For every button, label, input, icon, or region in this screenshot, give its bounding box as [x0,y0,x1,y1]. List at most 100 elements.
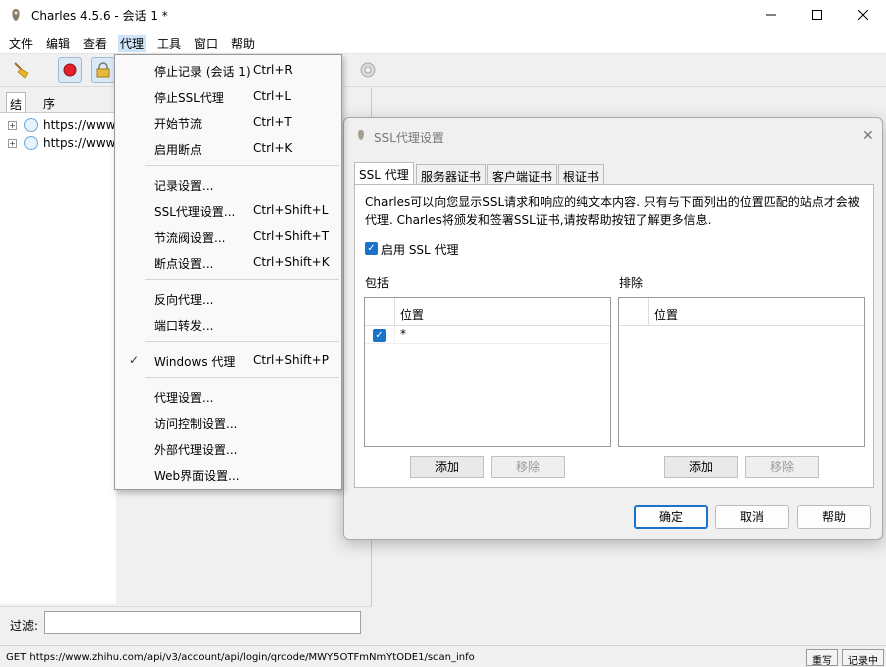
menu-item-label: 开始节流 [154,117,203,131]
tab-server-cert[interactable]: 服务器证书 [416,164,487,184]
menu-item-access-control-settings[interactable]: 访问控制设置... [115,410,341,434]
row-enabled-checkbox[interactable]: ✓ [373,329,386,342]
lightning-icon [24,118,38,132]
tree-row[interactable]: + https://www. [0,135,119,153]
tab-ssl-proxy[interactable]: SSL 代理 [354,162,414,184]
tab-structure[interactable]: 结构 [6,92,27,129]
filter-input[interactable] [44,611,361,634]
tree-row-label: https://www. [43,118,119,132]
tree-row[interactable]: + https://www. [0,117,119,135]
menu-item-windows-proxy[interactable]: ✓ Windows 代理 Ctrl+Shift+P [115,348,341,372]
column-location[interactable]: 位置 [400,306,424,323]
status-url: GET https://www.zhihu.com/api/v3/account… [6,652,475,663]
menu-item-label: 端口转发... [154,319,214,333]
menu-separator [145,377,339,378]
menu-item-stop-recording[interactable]: 停止记录 (会话 1) Ctrl+R [115,58,341,82]
menu-item-ssl-proxy-settings[interactable]: SSL代理设置... Ctrl+Shift+L [115,198,341,222]
close-button[interactable] [840,0,886,30]
charles-app-icon [357,130,365,140]
window-title: Charles 4.5.6 - 会话 1 * [31,9,168,23]
menu-item-shortcut: Ctrl+Shift+K [253,255,330,269]
menu-item-label: 停止SSL代理 [154,91,224,105]
menu-item-label: 访问控制设置... [154,417,238,431]
menu-item-shortcut: Ctrl+T [253,115,292,129]
menu-item-label: 节流阀设置... [154,231,226,245]
menu-item-reverse-proxies[interactable]: 反向代理... [115,286,341,310]
recording-indicator[interactable]: 记录中 [842,649,884,667]
tab-sequence[interactable]: 序列 [40,92,58,128]
column-separator [394,298,395,326]
table-row[interactable]: ✓ * [365,326,610,344]
menu-item-web-interface-settings[interactable]: Web界面设置... [115,462,341,486]
checkmark-icon: ✓ [129,353,140,367]
menu-item-stop-ssl-proxy[interactable]: 停止SSL代理 Ctrl+L [115,84,341,108]
location-cell: * [400,327,406,341]
settings-button[interactable] [356,57,380,83]
host-tree: + https://www. + https://www. [0,112,119,604]
title-bar: Charles 4.5.6 - 会话 1 * [0,0,886,30]
menu-item-port-forwarding[interactable]: 端口转发... [115,312,341,336]
menu-item-start-throttling[interactable]: 开始节流 Ctrl+T [115,110,341,134]
menu-item-label: 记录设置... [154,179,214,193]
menu-item-throttle-settings[interactable]: 节流阀设置... Ctrl+Shift+T [115,224,341,248]
enable-ssl-label: 启用 SSL 代理 [381,243,459,257]
table-header: 位置 [619,298,864,326]
exclude-add-button[interactable]: 添加 [664,456,738,478]
rewrite-indicator[interactable]: 重写 [806,649,838,667]
ok-button[interactable]: 确定 [634,505,708,529]
exclude-remove-button[interactable]: 移除 [745,456,819,478]
tab-client-cert[interactable]: 客户端证书 [487,164,558,184]
menu-item-label: 断点设置... [154,257,214,271]
include-table[interactable]: 位置 ✓ * [364,297,611,447]
menu-item-enable-breakpoints[interactable]: 启用断点 Ctrl+K [115,136,341,160]
menu-help[interactable]: 帮助 [231,35,255,52]
exclude-table[interactable]: 位置 [618,297,865,447]
menu-proxy[interactable]: 代理 [118,35,147,52]
menu-item-shortcut: Ctrl+K [253,141,293,155]
menu-separator [145,165,339,166]
dialog-close-icon[interactable]: ✕ [862,128,874,144]
menu-item-label: 反向代理... [154,293,214,307]
minimize-icon [766,14,776,16]
charles-app-icon [12,9,20,21]
menu-edit[interactable]: 编辑 [46,35,70,52]
menu-window[interactable]: 窗口 [194,35,218,52]
record-icon [63,63,77,77]
menu-item-breakpoint-settings[interactable]: 断点设置... Ctrl+Shift+K [115,250,341,274]
expand-icon[interactable]: + [8,139,17,148]
menu-separator [145,341,339,342]
table-header: 位置 [365,298,610,326]
menu-item-shortcut: Ctrl+Shift+T [253,229,330,243]
ssl-proxy-button[interactable] [91,57,115,83]
filter-label: 过滤: [10,619,39,633]
menu-view[interactable]: 查看 [83,35,107,52]
dialog-title: SSL代理设置 [374,131,444,145]
menu-item-label: Windows 代理 [154,355,236,369]
gear-icon [360,62,376,78]
column-location[interactable]: 位置 [654,306,678,323]
help-button[interactable]: 帮助 [797,505,871,529]
menu-item-recording-settings[interactable]: 记录设置... [115,172,341,196]
maximize-icon [812,10,822,20]
description-text: Charles可以向您显示SSL请求和响应的纯文本内容. 只有与下面列出的位置匹… [365,195,860,227]
include-add-button[interactable]: 添加 [410,456,484,478]
menu-item-shortcut: Ctrl+L [253,89,292,103]
cancel-button[interactable]: 取消 [715,505,789,529]
tree-row-label: https://www. [43,136,119,150]
expand-icon[interactable]: + [8,121,17,130]
menu-item-label: 外部代理设置... [154,443,238,457]
tab-root-cert[interactable]: 根证书 [558,164,605,184]
menu-item-external-proxy-settings[interactable]: 外部代理设置... [115,436,341,460]
include-remove-button[interactable]: 移除 [491,456,565,478]
enable-ssl-checkbox[interactable]: ✓ [365,242,378,255]
menu-item-label: 启用断点 [154,143,203,157]
menu-tools[interactable]: 工具 [157,35,181,52]
record-button[interactable] [58,57,82,83]
menu-file[interactable]: 文件 [9,35,33,52]
maximize-button[interactable] [794,0,840,30]
exclude-label: 排除 [619,276,644,290]
menu-bar: 文件 编辑 查看 代理 工具 窗口 帮助 [0,30,886,54]
minimize-button[interactable] [748,0,794,30]
menu-item-proxy-settings[interactable]: 代理设置... [115,384,341,408]
clear-session-button[interactable] [10,57,34,83]
